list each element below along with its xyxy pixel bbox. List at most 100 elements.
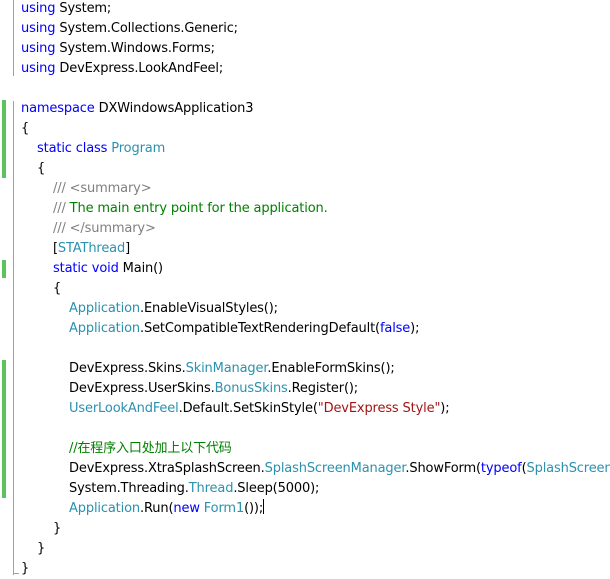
code-line[interactable]: using DevExpress.LookAndFeel;	[0, 59, 610, 79]
code-token: .Default.SetSkinStyle(	[179, 401, 318, 416]
code-line[interactable]: {	[0, 279, 610, 299]
code-line[interactable]: {	[0, 119, 610, 139]
code-text: using System.Collections.Generic;	[21, 19, 238, 39]
code-line[interactable]: UserLookAndFeel.Default.SetSkinStyle("De…	[0, 399, 610, 419]
code-text: static void Main()	[53, 259, 163, 279]
code-text: [STAThread]	[53, 239, 130, 259]
code-line[interactable]: namespace DXWindowsApplication3	[0, 99, 610, 119]
code-line[interactable]: static void Main()	[0, 259, 610, 279]
code-token: Form1	[204, 501, 244, 516]
code-text: {	[37, 159, 45, 179]
code-token: /// <summary>	[53, 181, 151, 196]
code-token: using	[21, 61, 55, 76]
code-token: "DevExpress Style"	[318, 401, 441, 416]
code-line[interactable]	[0, 79, 610, 99]
code-token: Program	[111, 141, 165, 156]
text-caret	[263, 499, 264, 514]
code-text: /// <summary>	[53, 179, 151, 199]
code-token: .SetCompatibleTextRenderingDefault(	[140, 321, 380, 336]
code-line[interactable]: Application.Run(new Form1());	[0, 499, 610, 519]
code-token: SplashScreen1	[527, 461, 610, 476]
code-token: {	[21, 121, 29, 136]
code-token: {	[37, 161, 45, 176]
code-token: }	[53, 521, 61, 536]
code-line[interactable]: Application.EnableVisualStyles();	[0, 299, 610, 319]
code-token: Application	[69, 301, 140, 316]
code-token: static	[53, 261, 88, 276]
code-text: DevExpress.Skins.SkinManager.EnableFormS…	[69, 359, 395, 379]
code-line[interactable]: /// </summary>	[0, 219, 610, 239]
code-text: DevExpress.UserSkins.BonusSkins.Register…	[69, 379, 358, 399]
code-token: DevExpress.UserSkins.	[69, 381, 215, 396]
code-token: .EnableVisualStyles();	[140, 301, 278, 316]
code-text: /// </summary>	[53, 219, 156, 239]
code-line[interactable]: using System.Windows.Forms;	[0, 39, 610, 59]
code-token: SkinManager	[186, 361, 268, 376]
code-token: using	[21, 41, 55, 56]
code-text: {	[53, 279, 61, 299]
code-token: /// </summary>	[53, 221, 156, 236]
code-editor[interactable]: using System;using System.Collections.Ge…	[0, 0, 610, 578]
code-token: typeof	[481, 461, 522, 476]
code-token: using	[21, 1, 55, 16]
code-line[interactable]: }	[0, 559, 610, 579]
code-token: DXWindowsApplication3	[95, 101, 254, 116]
code-text: }	[21, 559, 29, 579]
code-token: ());	[244, 501, 263, 516]
code-token: );	[410, 321, 419, 336]
code-token: void	[92, 261, 119, 276]
code-token: The main entry point for the application…	[66, 201, 328, 216]
code-text: using DevExpress.LookAndFeel;	[21, 59, 223, 79]
code-text: /// The main entry point for the applica…	[53, 199, 328, 219]
code-line[interactable]: static class Program	[0, 139, 610, 159]
code-token: .EnableFormSkins();	[267, 361, 394, 376]
code-text: static class Program	[37, 139, 165, 159]
code-token: System;	[55, 1, 111, 16]
code-text: using System;	[21, 0, 111, 19]
code-line[interactable]: //在程序入口处加上以下代码	[0, 439, 610, 459]
code-line[interactable]: DevExpress.Skins.SkinManager.EnableFormS…	[0, 359, 610, 379]
code-text: Application.SetCompatibleTextRenderingDe…	[69, 319, 419, 339]
code-text: Application.EnableVisualStyles();	[69, 299, 278, 319]
code-line[interactable]	[0, 419, 610, 439]
code-line[interactable]: DevExpress.XtraSplashScreen.SplashScreen…	[0, 459, 610, 479]
code-token: .ShowForm(	[405, 461, 481, 476]
code-token: static	[37, 141, 72, 156]
code-line[interactable]: DevExpress.UserSkins.BonusSkins.Register…	[0, 379, 610, 399]
code-line[interactable]: }	[0, 539, 610, 559]
code-token: Application	[69, 501, 140, 516]
code-token: UserLookAndFeel	[69, 401, 179, 416]
code-token: SplashScreenManager	[265, 461, 406, 476]
code-line[interactable]	[0, 339, 610, 359]
code-token: ///	[53, 201, 66, 216]
code-token: .Register();	[288, 381, 358, 396]
code-line[interactable]: Application.SetCompatibleTextRenderingDe…	[0, 319, 610, 339]
code-line[interactable]: [STAThread]	[0, 239, 610, 259]
code-text: }	[37, 539, 45, 559]
code-token: Application	[69, 321, 140, 336]
code-token: .Sleep(5000);	[233, 481, 319, 496]
code-token: DevExpress.LookAndFeel;	[55, 61, 223, 76]
code-token: System.Windows.Forms;	[55, 41, 215, 56]
code-line[interactable]: using System;	[0, 0, 610, 19]
code-text: using System.Windows.Forms;	[21, 39, 215, 59]
code-line[interactable]: System.Threading.Thread.Sleep(5000);	[0, 479, 610, 499]
code-token: using	[21, 21, 55, 36]
code-text: namespace DXWindowsApplication3	[21, 99, 253, 119]
code-text: System.Threading.Thread.Sleep(5000);	[69, 479, 319, 499]
code-token: System.Threading.	[69, 481, 189, 496]
code-token: false	[380, 321, 410, 336]
code-line[interactable]: /// The main entry point for the applica…	[0, 199, 610, 219]
code-text: //在程序入口处加上以下代码	[69, 439, 232, 459]
code-token: DevExpress.XtraSplashScreen.	[69, 461, 265, 476]
code-token: class	[76, 141, 108, 156]
code-line[interactable]: }	[0, 519, 610, 539]
code-text: UserLookAndFeel.Default.SetSkinStyle("De…	[69, 399, 449, 419]
code-text: DevExpress.XtraSplashScreen.SplashScreen…	[69, 459, 610, 479]
code-token: }	[37, 541, 45, 556]
code-token: {	[53, 281, 61, 296]
code-line[interactable]: using System.Collections.Generic;	[0, 19, 610, 39]
code-line[interactable]: {	[0, 159, 610, 179]
code-text: }	[53, 519, 61, 539]
code-line[interactable]: /// <summary>	[0, 179, 610, 199]
